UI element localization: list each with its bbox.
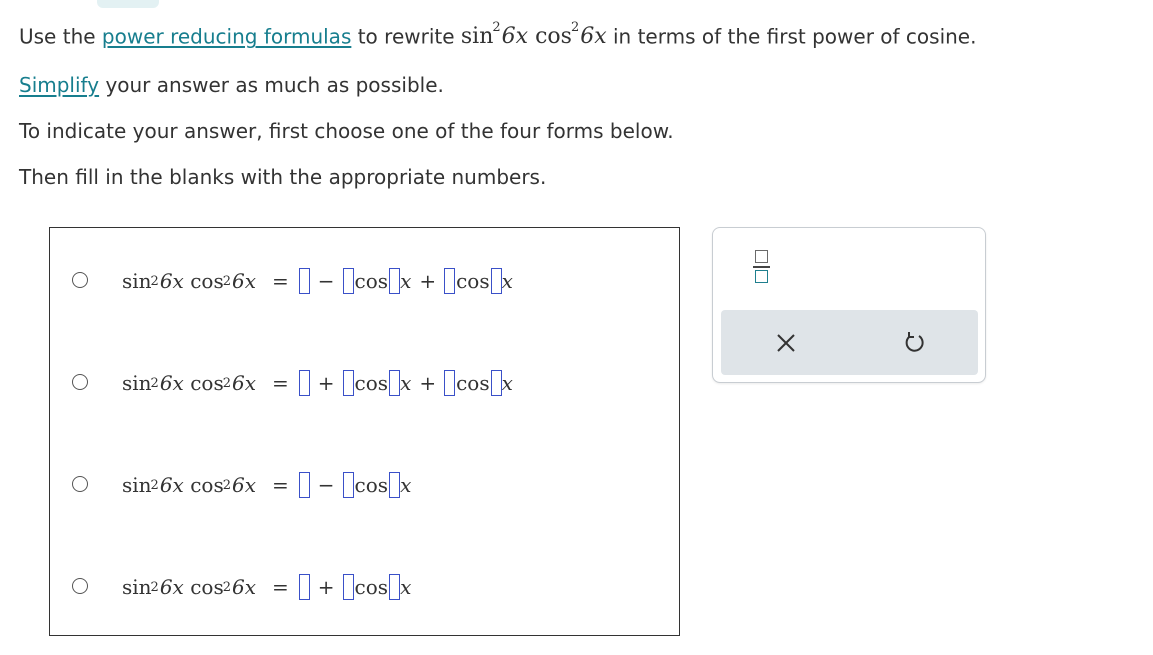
undo-icon[interactable] [901, 330, 927, 356]
form-4-expression: sin 2 6x cos 2 6x = + cos x [122, 574, 412, 600]
answer-forms-box: sin 2 6x cos 2 6x = − cos x + cos x sin 2 6x c… [49, 227, 680, 636]
form-3-expression: sin 2 6x cos 2 6x = − cos x [122, 472, 412, 498]
radio-form-4[interactable] [72, 578, 88, 594]
form-2-blank-arg-2[interactable] [490, 370, 502, 396]
radio-form-2[interactable] [72, 374, 88, 390]
form-2-blank-coef-1[interactable] [342, 370, 354, 396]
answer-form-2: sin 2 6x cos 2 6x = + cos x + cos x [50, 362, 679, 402]
problem-statement: Use the power reducing formulas to rewri… [19, 20, 976, 49]
answer-form-4: sin 2 6x cos 2 6x = + cos x [50, 566, 679, 606]
form-3-blank-constant[interactable] [298, 472, 310, 498]
answer-form-1: sin 2 6x cos 2 6x = − cos x + cos x [50, 260, 679, 300]
close-icon[interactable] [773, 330, 799, 356]
indicate-instruction: To indicate your answer, first choose on… [19, 119, 674, 143]
form-1-expression: sin 2 6x cos 2 6x = − cos x + cos x [122, 268, 513, 294]
intro-text-in-terms: in terms of the first power of cosine. [612, 24, 977, 49]
form-2-blank-constant[interactable] [298, 370, 310, 396]
form-1-blank-coef-1[interactable] [342, 268, 354, 294]
form-3-blank-arg-1[interactable] [389, 472, 401, 498]
fraction-icon[interactable] [753, 248, 771, 288]
form-1-blank-coef-2[interactable] [444, 268, 456, 294]
form-2-blank-arg-1[interactable] [389, 370, 401, 396]
answer-form-3: sin 2 6x cos 2 6x = − cos x [50, 464, 679, 504]
simplify-instruction: Simplify your answer as much as possible… [19, 73, 444, 97]
form-4-blank-coef-1[interactable] [342, 574, 354, 600]
form-2-expression: sin 2 6x cos 2 6x = + cos x + cos x [122, 370, 513, 396]
simplify-rest-text: your answer as much as possible. [105, 73, 444, 97]
radio-form-1[interactable] [72, 272, 88, 288]
simplify-link[interactable]: Simplify [19, 73, 99, 97]
form-4-blank-constant[interactable] [298, 574, 310, 600]
form-4-blank-arg-1[interactable] [389, 574, 401, 600]
form-2-blank-coef-2[interactable] [444, 370, 456, 396]
math-tool-panel [712, 227, 986, 383]
form-1-blank-arg-1[interactable] [389, 268, 401, 294]
tool-action-bar [721, 310, 978, 375]
power-reducing-link[interactable]: power reducing formulas [102, 24, 351, 48]
intro-text-to-rewrite: to rewrite [357, 24, 455, 49]
top-tab-indicator [97, 0, 159, 8]
form-3-blank-coef-1[interactable] [342, 472, 354, 498]
fill-instruction: Then fill in the blanks with the appropr… [19, 165, 547, 189]
form-1-blank-arg-2[interactable] [490, 268, 502, 294]
given-expression: sin26x cos26x [460, 20, 607, 50]
form-1-blank-constant[interactable] [298, 268, 310, 294]
intro-text-use-the: Use the [19, 24, 96, 49]
radio-form-3[interactable] [72, 476, 88, 492]
